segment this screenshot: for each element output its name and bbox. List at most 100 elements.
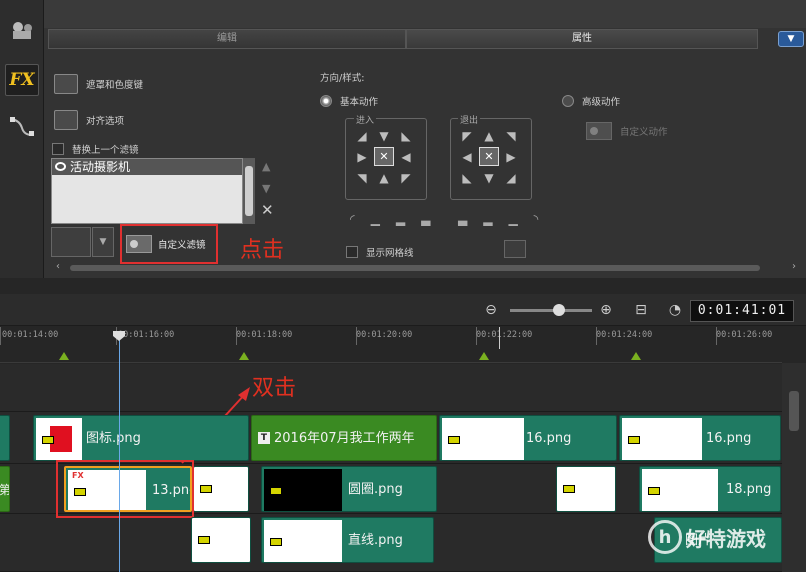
replace-filter-option[interactable]: 替换上一个滤镜 [52, 142, 139, 156]
clip-title-text[interactable]: T 2016年07月我工作两年 [251, 415, 437, 461]
clip-16-png[interactable]: 16.png [619, 415, 781, 461]
move-down-icon[interactable]: ▼ [262, 182, 270, 195]
clip-label: 第 [0, 467, 9, 511]
arrow-right-icon[interactable]: ▶ [501, 147, 521, 166]
arrow-down-right-icon[interactable]: ◢ [501, 168, 521, 187]
center-enter-icon[interactable]: ✕ [374, 147, 394, 166]
fit-timeline-icon[interactable]: ⊟ [633, 302, 649, 318]
chevron-left-icon: ‹ [56, 261, 60, 272]
align-icon [54, 110, 78, 130]
ruler-label: 00:01:26:00 [716, 330, 773, 340]
arrow-up-icon[interactable]: ▲ [479, 126, 499, 145]
tab-edit[interactable]: 编辑 [48, 29, 406, 49]
arrow-down-left-icon[interactable]: ◣ [396, 126, 416, 145]
arrow-left-icon[interactable]: ◀ [396, 147, 416, 166]
clip-label: 圆圈.png [348, 482, 403, 497]
clock-icon[interactable]: ◔ [667, 302, 683, 318]
clip-thumbnail [642, 469, 718, 511]
playhead[interactable] [119, 333, 120, 572]
clip-circle-png[interactable]: 圆圈.png [261, 466, 437, 512]
show-grid-option[interactable]: 显示网格线 [346, 245, 414, 259]
speed-icons-exit[interactable]: ▃▂▁◝ [458, 212, 554, 226]
marker[interactable] [239, 352, 249, 360]
fx-icon[interactable]: FX [5, 64, 39, 96]
clip[interactable] [556, 466, 616, 512]
arrow-up-right-icon[interactable]: ◥ [501, 126, 521, 145]
arrow-up-left-icon[interactable]: ◤ [457, 126, 477, 145]
arrow-down-icon[interactable]: ▼ [479, 168, 499, 187]
marker[interactable] [631, 352, 641, 360]
delete-icon[interactable]: ✕ [261, 201, 274, 219]
timeline-toolbar [0, 294, 806, 326]
clip[interactable] [0, 415, 10, 461]
move-up-icon[interactable]: ▲ [262, 160, 270, 173]
chevron-down-icon[interactable]: ▼ [92, 227, 114, 257]
basic-motion-option[interactable]: 基本动作 [320, 94, 378, 108]
arrow-down-right-icon[interactable]: ◢ [352, 126, 372, 145]
preset-combo[interactable] [51, 227, 91, 257]
mask-chroma-label: 遮罩和色度键 [86, 80, 144, 91]
tab-properties[interactable]: 属性 [406, 29, 758, 49]
zoom-slider-knob[interactable] [553, 304, 565, 316]
clip-line-png[interactable]: 直线.png [261, 517, 434, 563]
clip-thumbnail [264, 469, 342, 511]
align-label: 对齐选项 [86, 116, 125, 127]
media-icon[interactable] [5, 14, 39, 46]
filter-list-item[interactable]: 活动摄影机 [52, 159, 242, 175]
basic-motion-radio[interactable] [320, 95, 332, 107]
clip-thumbnail [36, 418, 82, 460]
arrow-up-icon[interactable]: ▲ [374, 168, 394, 187]
clip-label: 直线.png [348, 533, 403, 548]
arrow-up-right-icon[interactable]: ◥ [352, 168, 372, 187]
zoom-slider[interactable] [510, 309, 592, 312]
film-camera-icon [586, 122, 612, 140]
custom-motion-button[interactable]: 自定义动作 [586, 122, 668, 140]
arrow-up-left-icon[interactable]: ◤ [396, 168, 416, 187]
center-exit-icon[interactable]: ✕ [479, 147, 499, 166]
zoom-out-icon[interactable]: ⊖ [483, 302, 499, 318]
text-title-icon: T [258, 432, 270, 444]
ruler-label: 00:01:16:00 [118, 330, 175, 340]
panel-hscrollbar[interactable]: ‹ › [56, 261, 796, 272]
ruler-cursor-line [499, 327, 500, 349]
watermark-text: 好特游戏 [686, 526, 766, 551]
eye-icon[interactable] [55, 162, 66, 171]
clip-thumbnail [264, 520, 342, 562]
mask-chroma-option[interactable]: 遮罩和色度键 [54, 74, 143, 94]
speed-icons-enter[interactable]: ◜▁▂▃ [350, 212, 446, 226]
clip[interactable]: 第 [0, 466, 10, 512]
arrow-down-icon[interactable]: ▼ [374, 126, 394, 145]
marker[interactable] [59, 352, 69, 360]
arrow-left-icon[interactable]: ◀ [457, 147, 477, 166]
click-annotation: 点击 [240, 238, 285, 263]
show-grid-checkbox[interactable] [346, 246, 358, 258]
zoom-in-icon[interactable]: ⊕ [598, 302, 614, 318]
advanced-motion-radio[interactable] [562, 95, 574, 107]
align-option[interactable]: 对齐选项 [54, 110, 124, 130]
clip[interactable] [191, 517, 251, 563]
advanced-motion-label: 高级动作 [582, 97, 621, 108]
clip-icon-png[interactable]: 图标.png [33, 415, 249, 461]
advanced-motion-option[interactable]: 高级动作 [562, 94, 620, 108]
grid-settings-icon[interactable] [504, 240, 526, 258]
chevron-down-icon[interactable]: ▼ [778, 31, 804, 47]
enter-label: 进入 [354, 113, 377, 126]
clip-16-png[interactable]: 16.png [439, 415, 617, 461]
direction-title: 方向/样式: [320, 73, 365, 84]
clip-thumbnail [622, 418, 702, 460]
custom-filter-button[interactable]: 自定义滤镜 [120, 224, 218, 264]
left-toolbar: FX [0, 0, 44, 278]
clip[interactable] [193, 466, 249, 512]
arrow-right-icon[interactable]: ▶ [352, 147, 372, 166]
marker[interactable] [479, 352, 489, 360]
timeline-vscrollbar[interactable] [782, 363, 806, 572]
path-icon[interactable] [5, 110, 39, 142]
ruler-label: 00:01:18:00 [236, 330, 293, 340]
clip-18-png[interactable]: 18.png [639, 466, 781, 512]
replace-filter-checkbox[interactable] [52, 143, 64, 155]
arrow-down-left-icon[interactable]: ◣ [457, 168, 477, 187]
filter-list-scrollbar[interactable] [243, 158, 255, 224]
exit-direction-grid: ◤ ▲ ◥ ◀ ✕ ▶ ◣ ▼ ◢ [457, 126, 521, 187]
double-click-highlight [56, 460, 194, 518]
ruler-label: 00:01:20:00 [356, 330, 413, 340]
